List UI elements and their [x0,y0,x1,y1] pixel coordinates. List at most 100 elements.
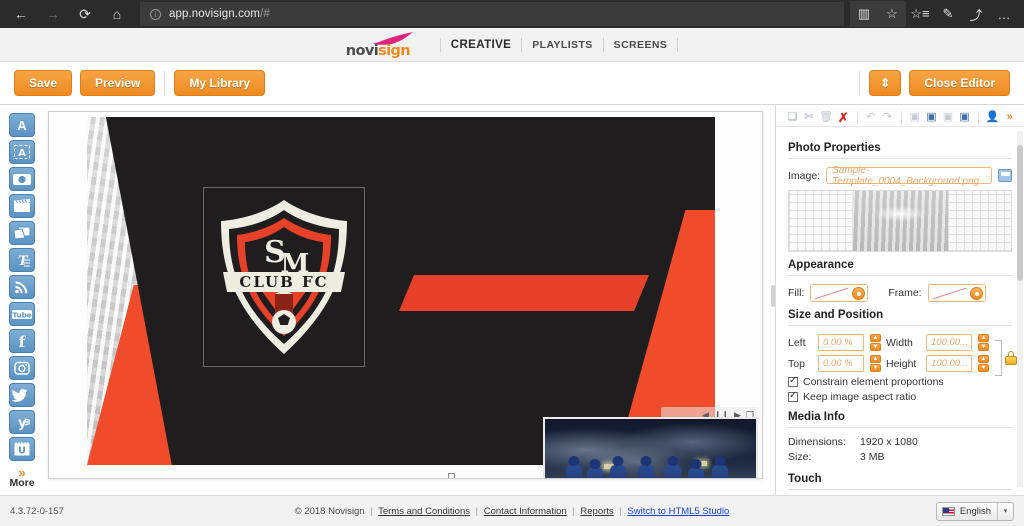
width-input[interactable]: 100.00... [926,334,972,351]
fill-color-picker-icon[interactable] [852,287,865,300]
redo-icon[interactable]: ↷ [881,112,894,123]
left-step-up[interactable]: ▲ [870,334,881,342]
back-arrow-icon[interactable]: ← [6,2,36,26]
scrolling-text-widget-icon[interactable]: A [9,140,35,164]
design-canvas[interactable]: S M CLUB FC ◀ ❙❙ ▶ ❐ [48,111,763,479]
web-notes-icon[interactable]: ✎ [934,1,962,27]
home-icon[interactable]: ⌂ [102,2,132,26]
novisign-logo[interactable]: novisign [346,32,418,58]
browser-action-icons: ▥ ☆ ☆≡ ✎ ⤴ … [850,1,1018,27]
favorite-star-icon[interactable]: ☆ [878,1,906,27]
crest-element[interactable]: S M CLUB FC [203,187,365,367]
bring-forward-icon[interactable]: ▣ [925,112,938,123]
height-stepper[interactable]: ▲▼ [978,355,989,372]
nav-tab-playlists[interactable]: PLAYLISTS [521,38,602,52]
save-button[interactable]: Save [14,70,72,96]
left-stepper[interactable]: ▲▼ [870,334,881,351]
editor-toolbar: Save Preview My Library ⇕ Close Editor [0,62,1024,105]
constrain-proportions-row[interactable]: Constrain element proportions [788,376,1012,388]
add-user-icon[interactable]: 👤 [986,112,1000,123]
site-info-icon[interactable]: i [150,9,161,20]
fill-swatch[interactable] [810,284,868,302]
instagram-widget-icon[interactable] [9,356,35,380]
send-to-back-icon[interactable]: ▣ [958,112,971,123]
football-player [638,465,654,479]
height-step-up[interactable]: ▲ [978,355,989,363]
constrain-checkbox[interactable] [788,377,798,387]
close-editor-button[interactable]: Close Editor [909,70,1010,96]
top-input[interactable]: 0.00 % [818,355,864,372]
width-stepper[interactable]: ▲▼ [978,334,989,351]
calendar-widget-icon[interactable]: U [9,437,35,461]
expand-panel-icon[interactable]: » [1003,112,1016,123]
more-icon[interactable]: … [990,1,1018,27]
paste-icon[interactable]: 🗑 [819,112,833,123]
selected-photo-element[interactable] [543,417,758,479]
reading-view-icon[interactable]: ▥ [850,1,878,27]
image-preview-strip[interactable] [788,190,1012,252]
twitter-widget-icon[interactable] [9,383,35,407]
image-input[interactable]: Sample-Template_0004_Background.png [826,167,992,184]
yammer-widget-icon[interactable]: y [9,410,35,434]
bring-to-front-icon[interactable]: ▣ [909,112,922,123]
top-step-down[interactable]: ▼ [870,364,881,372]
frame-color-picker-icon[interactable] [970,287,983,300]
video-widget-icon[interactable] [9,194,35,218]
favorites-hub-icon[interactable]: ☆≡ [906,1,934,27]
rss-widget-icon[interactable] [9,275,35,299]
rich-text-widget-icon[interactable]: T [9,248,35,272]
forward-arrow-icon[interactable]: → [38,2,68,26]
nav-tab-creative[interactable]: CREATIVE [440,38,522,52]
separator: | [619,506,621,517]
width-step-down[interactable]: ▼ [978,343,989,351]
aspect-ratio-row[interactable]: Keep image aspect ratio [788,391,1012,403]
youtube-widget-icon[interactable]: Tube [9,302,35,326]
slideshow-widget-icon[interactable] [9,221,35,245]
refresh-icon[interactable]: ⟳ [70,2,100,26]
left-step-down[interactable]: ▼ [870,343,881,351]
terms-link[interactable]: Terms and Conditions [378,506,470,517]
nav-tab-screens[interactable]: SCREENS [603,38,679,52]
my-library-button[interactable]: My Library [174,70,265,96]
undo-icon[interactable]: ↶ [865,112,878,123]
height-label: Height [886,358,920,370]
background-artwork[interactable]: S M CLUB FC [87,117,715,465]
browse-media-icon[interactable] [998,169,1012,182]
copy-icon[interactable]: ❏ [786,112,799,123]
resize-vertical-icon[interactable]: ⇕ [869,70,901,96]
aspect-checkbox[interactable] [788,392,798,402]
football-player [688,468,704,480]
dimensions-label: Dimensions: [788,436,860,448]
properties-scrollbar[interactable] [1017,131,1023,487]
svg-text:f: f [19,333,27,349]
left-label: Left [788,337,812,349]
top-step-up[interactable]: ▲ [870,355,881,363]
divider [788,427,1012,428]
share-icon[interactable]: ⤴ [962,1,990,27]
switch-html5-studio-link[interactable]: Switch to HTML5 Studio [627,506,729,517]
address-bar[interactable]: i app.novisign.com/# [140,2,844,26]
left-input[interactable]: 0.00 % [818,334,864,351]
delete-icon[interactable]: ✗ [837,111,850,124]
height-input[interactable]: 100.00... [926,355,972,372]
height-step-down[interactable]: ▼ [978,364,989,372]
panel-resize-grip[interactable] [771,285,775,307]
preview-button[interactable]: Preview [80,70,155,96]
facebook-widget-icon[interactable]: f [9,329,35,353]
chevron-down-icon[interactable]: ▾ [997,503,1013,520]
text-widget-icon[interactable]: A [9,113,35,137]
contact-link[interactable]: Contact Information [484,506,567,517]
reports-link[interactable]: Reports [580,506,613,517]
logo-text-b: sign [378,43,410,59]
top-stepper[interactable]: ▲▼ [870,355,881,372]
send-backward-icon[interactable]: ▣ [942,112,955,123]
cut-icon[interactable]: ✄ [803,112,816,123]
scrollbar-thumb[interactable] [1017,145,1023,281]
language-selector[interactable]: English ▾ [936,502,1014,521]
photo-widget-icon[interactable] [9,167,35,191]
frame-swatch[interactable] [928,284,986,302]
more-widgets-button[interactable]: » More [9,467,34,489]
selection-handle-bottom[interactable] [448,473,455,479]
lock-icon[interactable] [1005,351,1017,365]
width-step-up[interactable]: ▲ [978,334,989,342]
